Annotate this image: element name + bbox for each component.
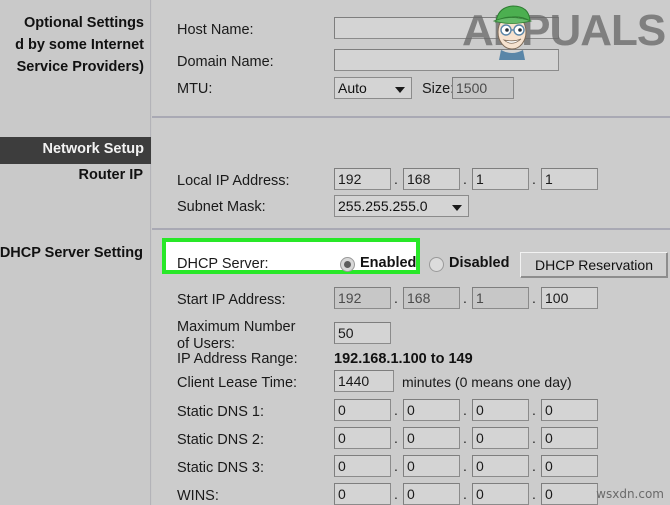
wins-dot-2: . [463,486,467,502]
site-watermark: wsxdn.com [596,487,664,501]
static-dns-3-dot-3: . [532,458,536,474]
static-dns-3-octet-1[interactable]: 0 [334,455,391,477]
dhcp-enabled-label[interactable]: Enabled [360,255,416,271]
static-dns-1-dot-2: . [463,402,467,418]
local-ip-octet-3[interactable]: 1 [472,168,529,190]
local-ip-octet-4[interactable]: 1 [541,168,598,190]
sidebar-optional-settings-line1: Optional Settings [23,15,144,31]
static-dns-2-dot-1: . [394,430,398,446]
wins-label: WINS: [177,488,219,504]
domain-name-label: Domain Name: [177,54,274,70]
start-ip-dot-3: . [532,290,536,306]
local-ip-dot-3: . [532,171,536,187]
static-dns-2-dot-2: . [463,430,467,446]
wins-octet-2[interactable]: 0 [403,483,460,505]
local-ip-dot-2: . [463,171,467,187]
start-ip-dot-1: . [394,290,398,306]
start-ip-label: Start IP Address: [177,292,286,308]
lease-time-label: Client Lease Time: [177,375,298,391]
wins-octet-3[interactable]: 0 [472,483,529,505]
subnet-mask-select-value: 255.255.255.0 [338,198,428,214]
start-ip-octet-2: 168 [403,287,460,309]
static-dns-2-octet-4[interactable]: 0 [541,427,598,449]
subnet-mask-label: Subnet Mask: [177,199,266,215]
static-dns-2-octet-2[interactable]: 0 [403,427,460,449]
section-divider-dhcp [152,228,670,230]
mtu-label: MTU: [177,81,213,97]
sidebar-item-network-setup: Network Setup [0,137,151,164]
sidebar-item-dhcp-server-setting: DHCP Server Setting [0,245,143,261]
lease-time-input[interactable]: 1440 [334,370,394,392]
dhcp-disabled-label[interactable]: Disabled [449,255,509,271]
sidebar-item-network-setup-label: Network Setup [42,141,144,157]
section-divider-optional [152,116,670,118]
local-ip-dot-1: . [394,171,398,187]
host-name-label: Host Name: [177,22,254,38]
router-settings-screenshot: Optional Settings d by some Internet Ser… [0,0,670,505]
wins-dot-3: . [532,486,536,502]
start-ip-dot-2: . [463,290,467,306]
static-dns-2-octet-3[interactable]: 0 [472,427,529,449]
static-dns-1-dot-1: . [394,402,398,418]
sidebar: Optional Settings d by some Internet Ser… [0,0,151,505]
dhcp-reservation-button[interactable]: DHCP Reservation [520,252,668,278]
sidebar-optional-settings-line3: Service Providers) [16,59,144,75]
mtu-size-input[interactable]: 1500 [452,77,514,99]
mtu-select[interactable]: Auto [334,77,412,99]
static-dns-3-label: Static DNS 3: [177,460,265,476]
wins-octet-4[interactable]: 0 [541,483,598,505]
start-ip-octet-4[interactable]: 100 [541,287,598,309]
max-users-input[interactable]: 50 [334,322,391,344]
static-dns-1-octet-3[interactable]: 0 [472,399,529,421]
max-users-label: Maximum Number of Users: [177,319,296,352]
wins-octet-1[interactable]: 0 [334,483,391,505]
chevron-down-icon [452,205,462,211]
static-dns-3-octet-4[interactable]: 0 [541,455,598,477]
local-ip-octet-1[interactable]: 192 [334,168,391,190]
static-dns-1-octet-2[interactable]: 0 [403,399,460,421]
static-dns-1-octet-4[interactable]: 0 [541,399,598,421]
local-ip-label: Local IP Address: [177,173,290,189]
dhcp-disabled-radio[interactable] [429,257,444,272]
static-dns-3-octet-3[interactable]: 0 [472,455,529,477]
start-ip-octet-3: 1 [472,287,529,309]
settings-panel: Host Name: Domain Name: MTU: Auto Size: … [152,0,670,505]
chevron-down-icon [395,87,405,93]
static-dns-3-dot-2: . [463,458,467,474]
mtu-size-label: Size: [422,81,455,97]
static-dns-3-octet-2[interactable]: 0 [403,455,460,477]
ip-range-value: 192.168.1.100 to 149 [334,351,473,367]
sidebar-item-router-ip: Router IP [78,167,143,183]
static-dns-1-dot-3: . [532,402,536,418]
mtu-select-value: Auto [338,80,367,96]
ip-range-label: IP Address Range: [177,351,298,367]
wins-dot-1: . [394,486,398,502]
sidebar-optional-settings-line2: d by some Internet [15,37,144,53]
dhcp-server-label: DHCP Server: [177,256,269,272]
lease-time-suffix: minutes (0 means one day) [402,374,572,390]
static-dns-3-dot-1: . [394,458,398,474]
static-dns-2-dot-3: . [532,430,536,446]
start-ip-octet-1: 192 [334,287,391,309]
static-dns-1-octet-1[interactable]: 0 [334,399,391,421]
subnet-mask-select[interactable]: 255.255.255.0 [334,195,469,217]
static-dns-2-label: Static DNS 2: [177,432,265,448]
static-dns-1-label: Static DNS 1: [177,404,265,420]
static-dns-2-octet-1[interactable]: 0 [334,427,391,449]
dhcp-enabled-radio[interactable] [340,257,355,272]
domain-name-input[interactable] [334,49,559,71]
local-ip-octet-2[interactable]: 168 [403,168,460,190]
host-name-input[interactable] [334,17,559,39]
